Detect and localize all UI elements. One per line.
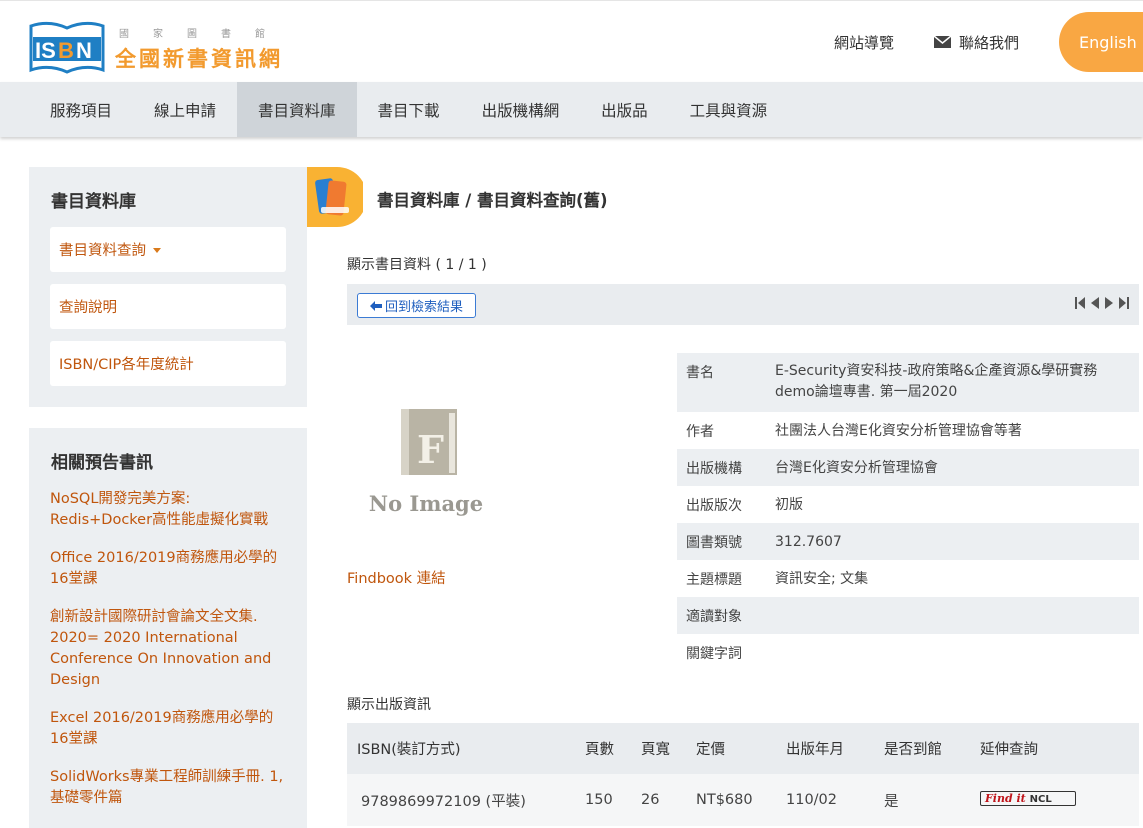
svg-text:No Image: No Image	[369, 491, 483, 516]
books-icon	[307, 167, 363, 227]
logo-title: 全國新書資訊網	[115, 47, 283, 71]
related-link[interactable]: 創新設計國際研討會論文全文集. 2020= 2020 International…	[50, 607, 290, 691]
site-logo[interactable]: IS B N 國家圖書館 全國新書資訊網	[29, 20, 283, 78]
related-link[interactable]: Excel 2016/2019商務應用必學的16堂課	[50, 708, 290, 750]
related-link[interactable]: SolidWorks專業工程師訓練手冊. 1, 基礎零件篇	[50, 767, 290, 809]
nav-item-download[interactable]: 書目下載	[357, 82, 461, 137]
svg-text:B: B	[58, 38, 74, 63]
isbn-logo-icon: IS B N	[29, 21, 105, 74]
info-row: 出版機構 台灣E化資安分析管理協會	[677, 449, 1139, 486]
info-row: 書名 E-Security資安科技-政府策略&企產資源&學研實務demo論壇專書.…	[677, 353, 1139, 412]
isbn-cell: 9789869972109 (平裝)	[347, 774, 585, 826]
sidebar-title: 書目資料庫	[51, 192, 136, 212]
next-page-icon[interactable]	[1105, 297, 1113, 309]
pages-cell: 150	[585, 774, 641, 826]
breadcrumb: 書目資料庫 / 書目資料查詢(舊)	[377, 191, 608, 210]
svg-text:IS: IS	[35, 38, 56, 63]
back-to-results-button[interactable]: 回到檢索結果	[357, 293, 477, 318]
table-header-row: ISBN(裝訂方式) 頁數 頁寬 定價 出版年月 是否到館 延伸查詢	[347, 723, 1139, 774]
publication-table: ISBN(裝訂方式) 頁數 頁寬 定價 出版年月 是否到館 延伸查詢 97898…	[347, 723, 1139, 826]
info-row: 作者 社團法人台灣E化資安分析管理協會等著	[686, 423, 1022, 440]
book-info-table: 書名 E-Security資安科技-政府策略&企產資源&學研實務demo論壇專書.…	[677, 353, 1139, 671]
sitemap-link[interactable]: 網站導覽	[834, 32, 894, 53]
svg-text:F: F	[417, 427, 444, 472]
record-pager	[1075, 297, 1129, 309]
nav-item-services[interactable]: 服務項目	[29, 82, 133, 137]
svg-text:N: N	[76, 38, 92, 63]
main-nav: 服務項目 線上申請 書目資料庫 書目下載 出版機構網 出版品 工具與資源	[0, 82, 1143, 137]
related-title: 相關預告書訊	[51, 453, 153, 473]
language-button[interactable]: English	[1059, 12, 1143, 72]
related-link[interactable]: NoSQL開發完美方案: Redis+Docker高性能虛擬化實戰	[50, 489, 290, 531]
caret-down-icon	[153, 248, 161, 253]
price-cell: NT$680	[696, 774, 786, 826]
first-page-icon[interactable]	[1075, 297, 1085, 309]
logo-subtitle: 國家圖書館	[119, 29, 267, 40]
last-page-icon[interactable]	[1119, 297, 1129, 309]
findit-cell: Find it NCL	[980, 774, 1139, 826]
result-toolbar: 回到檢索結果	[347, 284, 1139, 325]
record-title: 顯示書目資料 ( 1 / 1 )	[347, 257, 487, 273]
contact-link[interactable]: 聯絡我們	[933, 32, 1019, 53]
nav-item-apply[interactable]: 線上申請	[133, 82, 237, 137]
width-cell: 26	[641, 774, 696, 826]
mail-icon	[933, 36, 951, 48]
nav-item-database[interactable]: 書目資料庫	[237, 82, 357, 137]
table-row: 9789869972109 (平裝) 150 26 NT$680 110/02 …	[347, 774, 1139, 826]
nav-item-publications[interactable]: 出版品	[580, 82, 669, 137]
nav-item-tools[interactable]: 工具與資源	[669, 82, 789, 137]
arrow-left-icon	[370, 300, 382, 311]
sidebar-related: 相關預告書訊 NoSQL開發完美方案: Redis+Docker高性能虛擬化實戰…	[29, 428, 307, 828]
date-cell: 110/02	[786, 774, 884, 826]
sidebar-item-help[interactable]: 查詢說明	[50, 284, 286, 329]
info-row: 出版版次 初版	[686, 497, 803, 514]
no-image-placeholder: F No Image	[369, 409, 483, 516]
info-row: 適讀對象	[677, 597, 1139, 634]
related-link[interactable]: Office 2016/2019商務應用必學的16堂課	[50, 548, 290, 590]
info-row: 圖書類號 312.7607	[677, 523, 1139, 560]
sidebar-item-stats[interactable]: ISBN/CIP各年度統計	[50, 341, 286, 386]
arrived-link[interactable]: 是	[884, 774, 980, 826]
header: IS B N 國家圖書館 全國新書資訊網 網站導覽 聯絡我們 English	[0, 0, 1143, 82]
prev-page-icon[interactable]	[1091, 297, 1099, 309]
sidebar-database: 書目資料庫 書目資料查詢 查詢說明 ISBN/CIP各年度統計	[29, 167, 307, 407]
find-it-ncl-button[interactable]: Find it NCL	[980, 790, 1076, 806]
info-row: 關鍵字詞	[686, 646, 742, 662]
sidebar-item-search[interactable]: 書目資料查詢	[50, 227, 286, 272]
nav-item-publishers[interactable]: 出版機構網	[461, 82, 581, 137]
info-row: 主題標題 資訊安全; 文集	[686, 571, 869, 588]
findbook-link[interactable]: Findbook 連結	[347, 567, 446, 588]
publication-title: 顯示出版資訊	[347, 697, 431, 713]
